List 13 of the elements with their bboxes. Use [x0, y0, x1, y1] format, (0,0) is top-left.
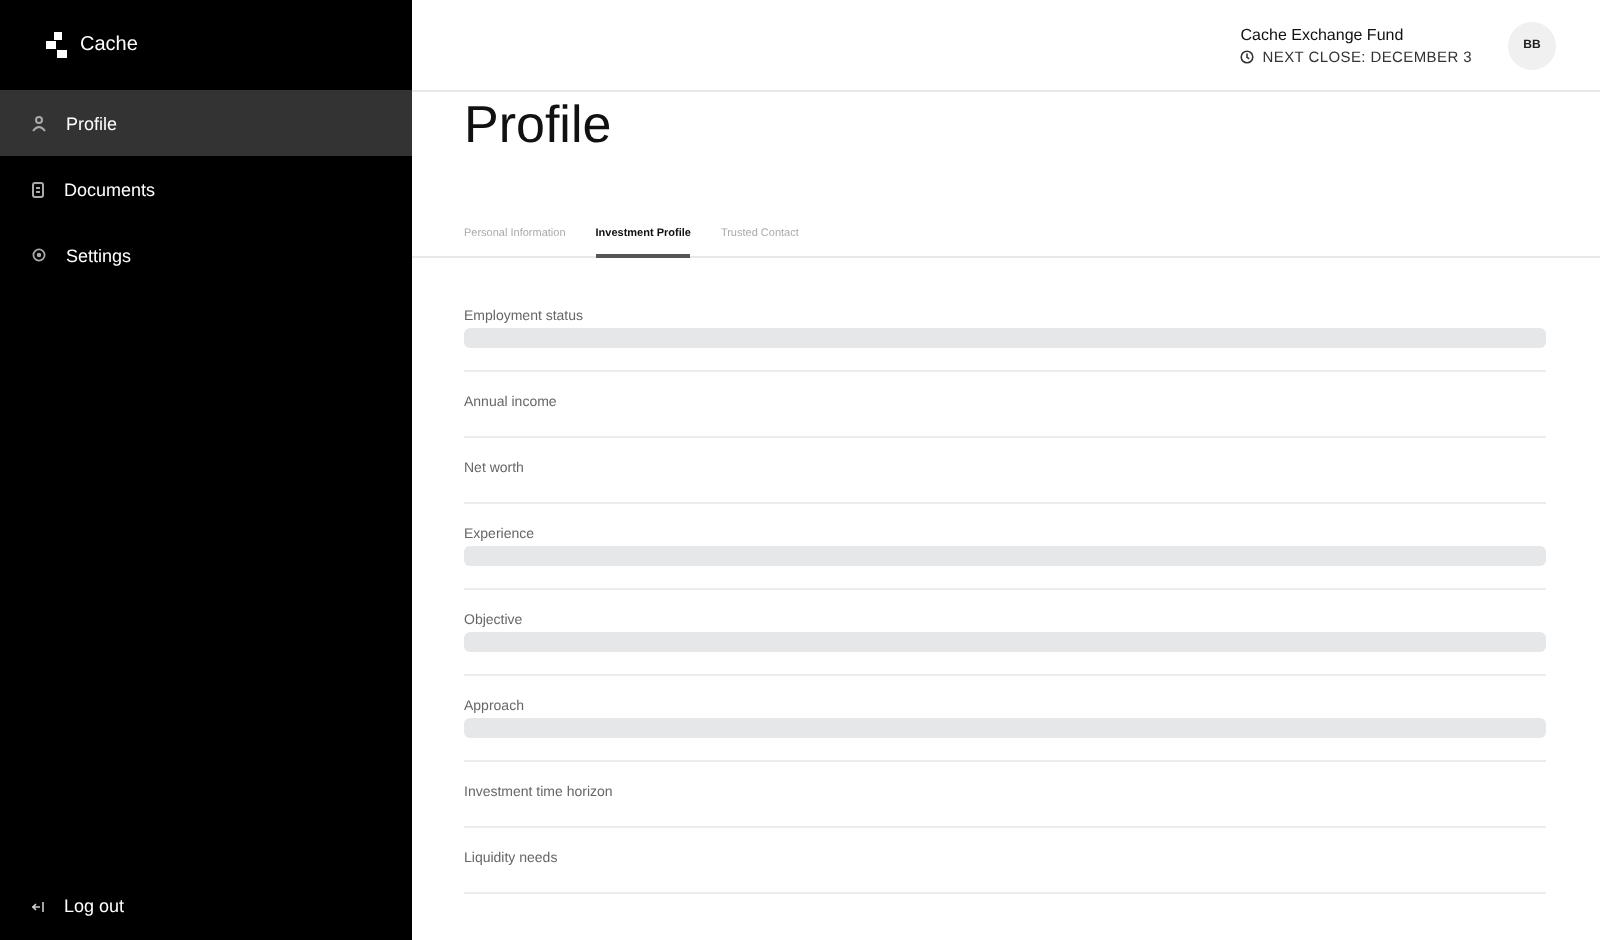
person-icon: [32, 115, 46, 131]
logo-icon: [46, 32, 68, 58]
nav-item[interactable]: Settings: [0, 222, 412, 288]
fund-name: Cache Exchange Fund: [1240, 25, 1406, 43]
logout-link[interactable]: Log out: [0, 894, 412, 940]
clock-icon: [1240, 49, 1255, 63]
nav-item[interactable]: Profile: [0, 90, 412, 156]
document-icon: [32, 181, 44, 197]
settings-icon: [32, 248, 46, 262]
logout-icon: [32, 901, 44, 911]
page-title: Profile: [464, 92, 614, 156]
nav-item[interactable]: Documents: [0, 156, 412, 222]
brand-name: Cache: [80, 34, 138, 56]
